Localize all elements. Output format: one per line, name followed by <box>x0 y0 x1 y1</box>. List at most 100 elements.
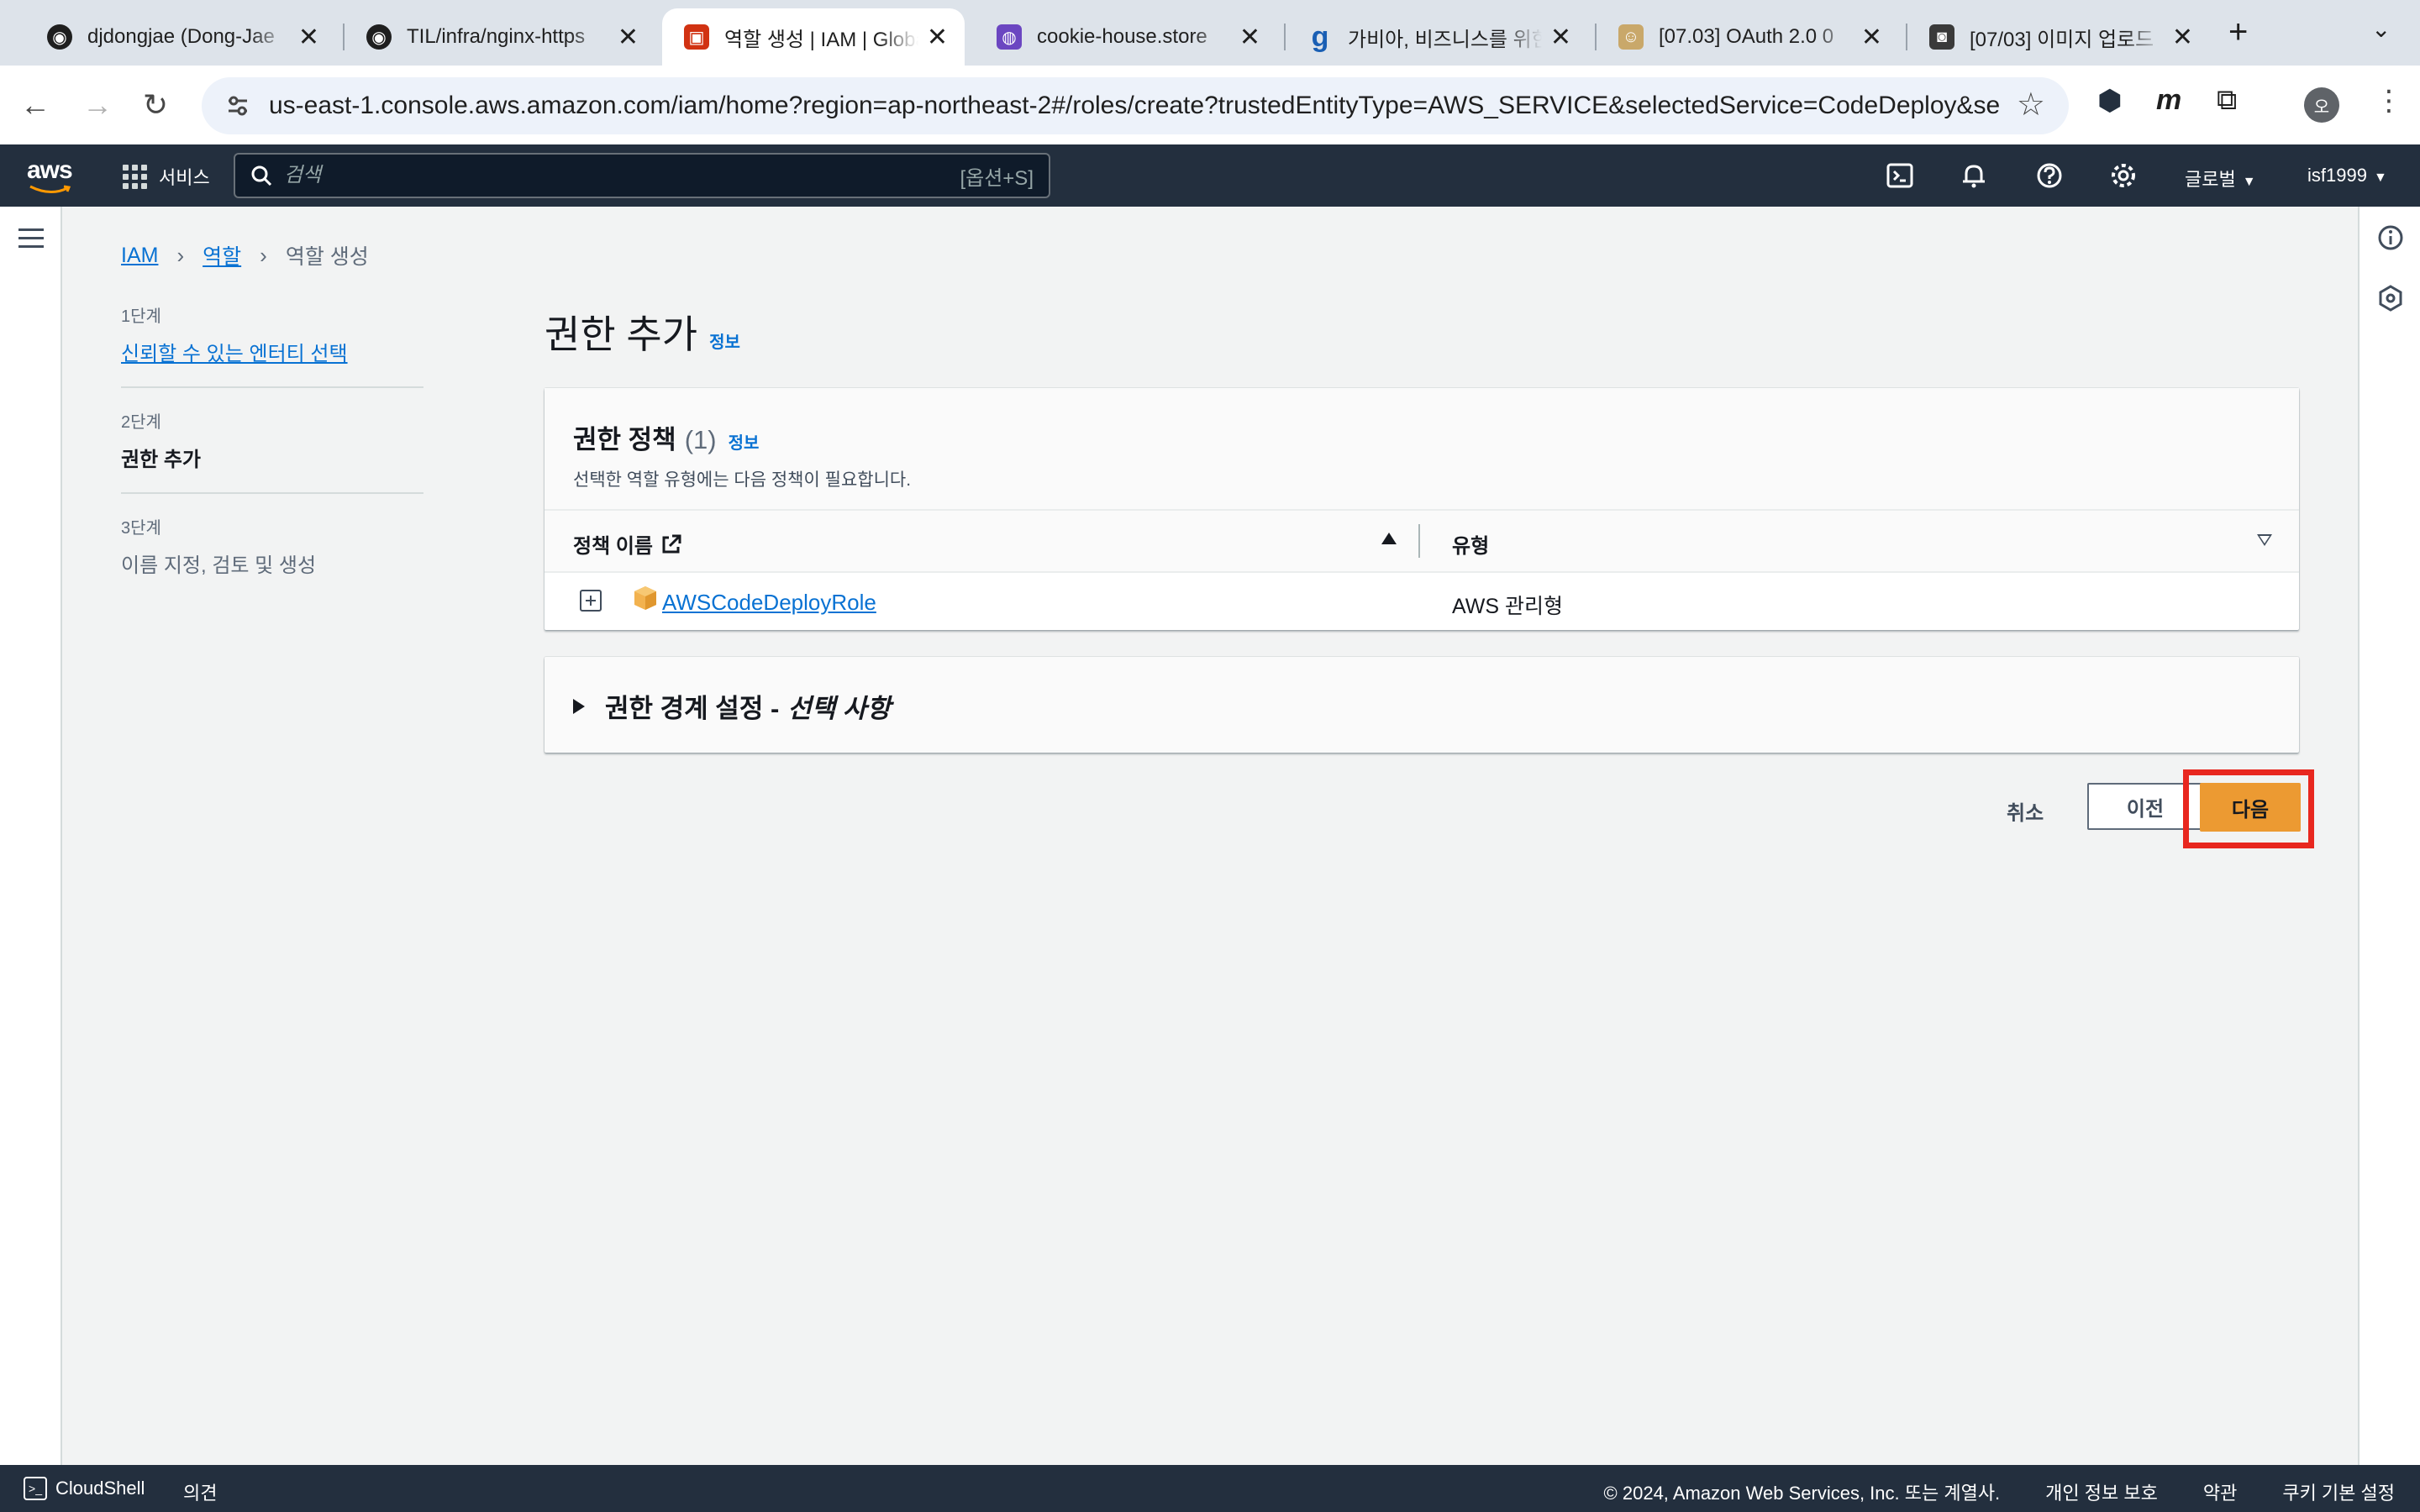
cancel-button[interactable]: 취소 <box>1995 791 2055 831</box>
tutorial-hexagon-icon[interactable] <box>2376 284 2405 312</box>
extension-m-icon[interactable]: m <box>2156 84 2181 117</box>
chevron-right-icon: › <box>176 242 185 268</box>
back-icon[interactable]: ← <box>20 87 50 123</box>
new-tab-icon[interactable]: + <box>2228 13 2248 51</box>
breadcrumb-iam[interactable]: IAM <box>121 244 158 268</box>
sort-ascending-icon[interactable] <box>1381 533 1397 544</box>
aws-iam-icon: ▣ <box>684 24 709 50</box>
services-label: 서비스 <box>159 167 210 188</box>
browser-tab[interactable]: ◍ cookie-house.store ✕ <box>975 8 1277 66</box>
next-button[interactable]: 다음 <box>2200 783 2301 832</box>
cloudshell-label: CloudShell <box>55 1478 145 1499</box>
browser-menu-icon[interactable]: ⋮ <box>2375 84 2403 118</box>
browser-tab[interactable]: ◙ [07/03] 이미지 업로드 ✕ <box>1907 8 2210 66</box>
close-tab-icon[interactable]: ✕ <box>927 23 948 52</box>
breadcrumb-current: 역할 생성 <box>285 245 369 269</box>
help-icon[interactable] <box>2035 161 2064 190</box>
wizard-step-1: 1단계 신뢰할 수 있는 엔터티 선택 <box>121 302 424 388</box>
column-divider[interactable] <box>1418 524 1420 558</box>
breadcrumb-roles[interactable]: 역할 <box>203 240 241 270</box>
aws-logo-text: aws <box>27 156 73 184</box>
github-icon: ◉ <box>47 24 72 50</box>
feedback-link[interactable]: 의견 <box>183 1478 217 1505</box>
cookie-preferences-link[interactable]: 쿠키 기본 설정 <box>2282 1478 2395 1505</box>
browser-tab[interactable]: ☺ [07.03] OAuth 2.0 0 ✕ <box>1597 8 1899 66</box>
browser-tab-active[interactable]: ▣ 역할 생성 | IAM | Global ✕ <box>662 8 965 66</box>
left-nav-rail <box>0 207 62 1465</box>
search-input[interactable] <box>284 164 923 187</box>
policy-name-link[interactable]: AWSCodeDeployRole <box>662 590 876 616</box>
chevron-right-icon: › <box>260 242 267 268</box>
tab-title: djdongjae (Dong-Jae <box>87 25 275 48</box>
browser-tab[interactable]: ◉ djdongjae (Dong-Jae ✕ <box>25 8 336 66</box>
expandable-section-header[interactable]: 권한 경계 설정 - 선택 사항 <box>573 687 891 725</box>
table-row: AWSCodeDeployRole AWS 관리형 <box>544 573 2299 630</box>
close-tab-icon[interactable]: ✕ <box>2172 23 2193 52</box>
step-link-trusted-entity[interactable]: 신뢰할 수 있는 엔터티 선택 <box>121 337 424 366</box>
close-tab-icon[interactable]: ✕ <box>1550 23 1571 52</box>
caret-down-icon: ▼ <box>2242 175 2256 189</box>
step-label-current: 권한 추가 <box>121 449 201 471</box>
page-title: 권한 추가 <box>544 312 698 356</box>
right-tools-rail <box>2358 207 2420 1465</box>
console-footer: >_ CloudShell 의견 © 2024, Amazon Web Serv… <box>0 1465 2420 1512</box>
grid-icon <box>123 164 147 189</box>
profile-avatar[interactable]: 오 <box>2304 87 2339 123</box>
tab-title: cookie-house.store <box>1037 25 1207 48</box>
privacy-link[interactable]: 개인 정보 보호 <box>2045 1478 2158 1505</box>
section-optional-label: 선택 사항 <box>787 694 891 723</box>
column-header-type[interactable]: 유형 <box>1452 529 1489 559</box>
region-selector[interactable]: 글로벌 ▼ <box>2185 165 2256 192</box>
tab-title: 가비아, 비즈니스를 위한 <box>1348 28 1542 51</box>
aws-smile-icon <box>29 185 71 193</box>
tab-search-icon[interactable]: ⌄ <box>2371 15 2391 43</box>
permissions-boundary-panel[interactable]: 권한 경계 설정 - 선택 사항 <box>544 657 2299 753</box>
close-tab-icon[interactable]: ✕ <box>1861 23 1882 52</box>
aws-logo[interactable]: aws <box>27 156 76 193</box>
cloudshell-footer-button[interactable]: >_ CloudShell <box>24 1477 145 1500</box>
wizard-steps: 1단계 신뢰할 수 있는 엔터티 선택 2단계 권한 추가 3단계 이름 지정,… <box>121 302 424 618</box>
step-number: 2단계 <box>121 413 161 432</box>
forward-icon[interactable]: → <box>82 87 113 123</box>
close-tab-icon[interactable]: ✕ <box>618 23 639 52</box>
cookie-icon: ◍ <box>997 24 1022 50</box>
column-label: 정책 이름 <box>573 535 653 558</box>
settings-gear-icon[interactable] <box>2109 161 2138 190</box>
column-label: 유형 <box>1452 535 1490 558</box>
panel-title: 권한 정책 <box>573 425 676 454</box>
info-link[interactable]: 정보 <box>729 429 760 454</box>
menu-hamburger-icon[interactable] <box>18 228 44 249</box>
site-settings-icon[interactable] <box>225 93 250 118</box>
services-menu-button[interactable]: 서비스 <box>123 163 210 190</box>
info-link[interactable]: 정보 <box>709 328 740 353</box>
permission-policies-panel: 권한 정책 (1) 정보 선택한 역할 유형에는 다음 정책이 필요합니다. 정… <box>544 388 2299 630</box>
extensions-puzzle-icon[interactable]: ⧉ <box>2217 84 2237 117</box>
terms-link[interactable]: 약관 <box>2203 1478 2237 1505</box>
reload-icon[interactable]: ↻ <box>143 87 168 123</box>
column-header-policy-name[interactable]: 정책 이름 <box>573 529 683 559</box>
breadcrumb: IAM › 역할 › 역할 생성 <box>121 240 369 270</box>
tab-title: [07.03] OAuth 2.0 0 <box>1659 25 1834 48</box>
address-bar[interactable]: us-east-1.console.aws.amazon.com/iam/hom… <box>202 77 2069 134</box>
info-panel-icon[interactable] <box>2376 223 2405 252</box>
cloudshell-icon[interactable] <box>1886 161 1914 190</box>
notifications-bell-icon[interactable] <box>1960 161 1988 190</box>
account-menu[interactable]: isf1999 ▼ <box>2307 165 2387 186</box>
browser-tab[interactable]: g 가비아, 비즈니스를 위한 ✕ <box>1286 8 1588 66</box>
tab-title: TIL/infra/nginx-https <box>407 25 586 48</box>
step-number: 3단계 <box>121 519 161 538</box>
expand-row-icon[interactable] <box>580 590 602 612</box>
sort-icon[interactable] <box>2257 534 2272 546</box>
wizard-step-3: 3단계 이름 지정, 검토 및 생성 <box>121 514 424 598</box>
panel-header: 권한 정책 (1) 정보 선택한 역할 유형에는 다음 정책이 필요합니다. <box>544 388 2299 511</box>
bookmark-star-icon[interactable]: ☆ <box>2017 86 2045 123</box>
region-label: 글로벌 <box>2185 169 2236 190</box>
console-search[interactable]: [옵션+S] <box>234 153 1050 198</box>
browser-tab[interactable]: ◉ TIL/infra/nginx-https ✕ <box>345 8 655 66</box>
close-tab-icon[interactable]: ✕ <box>1239 23 1260 52</box>
tab-title: 역할 생성 | IAM | Global <box>724 28 918 51</box>
step-number: 1단계 <box>121 307 161 326</box>
close-tab-icon[interactable]: ✕ <box>298 23 319 52</box>
tab-title: [07/03] 이미지 업로드 <box>1970 28 2154 51</box>
extension-hex-icon[interactable]: ⬢ <box>2097 84 2123 118</box>
